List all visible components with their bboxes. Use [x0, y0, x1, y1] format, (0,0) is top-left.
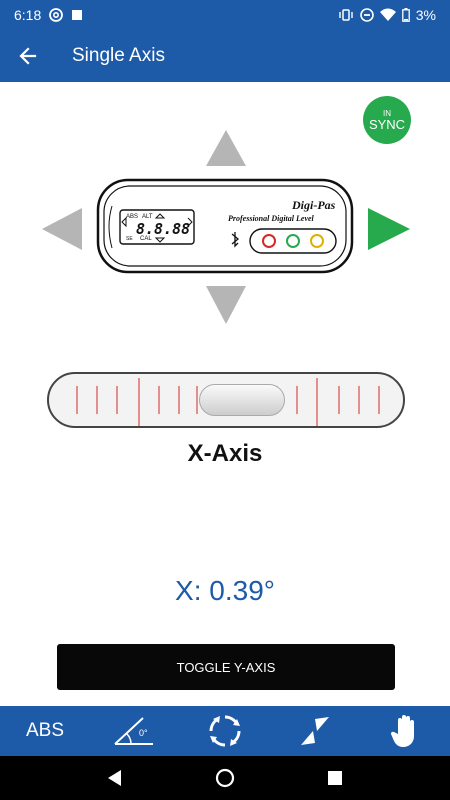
digital-level-device: Digi-Pas Professional Digital Level ABS …: [96, 176, 354, 276]
angle-zero-icon: 0°: [113, 714, 157, 748]
app-root: 6:18 3% Single Axis IN SYNC Digi-Pas Pro…: [0, 0, 450, 800]
recents-square-icon: [328, 771, 342, 785]
abs-button[interactable]: ABS: [15, 706, 75, 756]
status-time: 6:18: [14, 7, 42, 23]
arrow-left-icon[interactable]: [40, 206, 84, 252]
wifi-icon: [379, 8, 396, 22]
hand-icon: [390, 715, 414, 747]
square-icon: [71, 9, 83, 21]
arrow-up-icon[interactable]: [204, 128, 248, 168]
app-bar: Single Axis: [0, 30, 450, 82]
calibrate-button[interactable]: [195, 706, 255, 756]
angle-reading: X: 0.39°: [175, 575, 275, 606]
at-sign-icon: [49, 8, 64, 22]
hold-button[interactable]: [375, 706, 435, 756]
sync-status-badge[interactable]: IN SYNC: [363, 96, 411, 144]
nav-recents-button[interactable]: [315, 758, 355, 798]
toggle-axis-button[interactable]: TOGGLE Y-AXIS: [57, 644, 395, 690]
status-bar: 6:18 3%: [0, 0, 450, 30]
sync-badge-line2: SYNC: [368, 116, 406, 132]
bottom-toolbar: ABS 0°: [0, 706, 450, 756]
zero-angle-button[interactable]: 0°: [105, 706, 165, 756]
arrow-left-icon: [19, 47, 37, 65]
level-bubble: [199, 384, 285, 416]
page-title: Single Axis: [72, 45, 165, 66]
nav-back-button[interactable]: [95, 758, 135, 798]
level-arrows-icon: [301, 717, 329, 745]
device-display-bottom-right: CAL: [140, 236, 152, 242]
level-arrows-button[interactable]: [285, 706, 345, 756]
angle-zero-label: 0°: [139, 728, 148, 738]
arrow-right-icon[interactable]: [366, 206, 412, 252]
bubble-level-bar: [47, 372, 405, 428]
device-display-bottom-left: SE: [126, 236, 133, 242]
device-brand: Digi-Pas: [292, 198, 336, 212]
do-not-disturb-icon: [359, 8, 374, 22]
rotate-calibrate-icon: [209, 715, 241, 747]
home-circle-icon: [215, 768, 235, 788]
abs-label: ABS: [25, 720, 65, 741]
battery-percent: 3%: [415, 7, 436, 23]
device-subtitle: Professional Digital Level: [228, 214, 314, 223]
vibrate-icon: [338, 8, 354, 22]
axis-label: X-Axis: [187, 440, 263, 467]
arrow-down-icon[interactable]: [204, 284, 248, 326]
system-nav-bar: [0, 756, 450, 800]
nav-home-button[interactable]: [205, 758, 245, 798]
back-triangle-icon: [108, 770, 121, 786]
battery-icon: [401, 8, 410, 22]
back-button[interactable]: [2, 30, 54, 82]
